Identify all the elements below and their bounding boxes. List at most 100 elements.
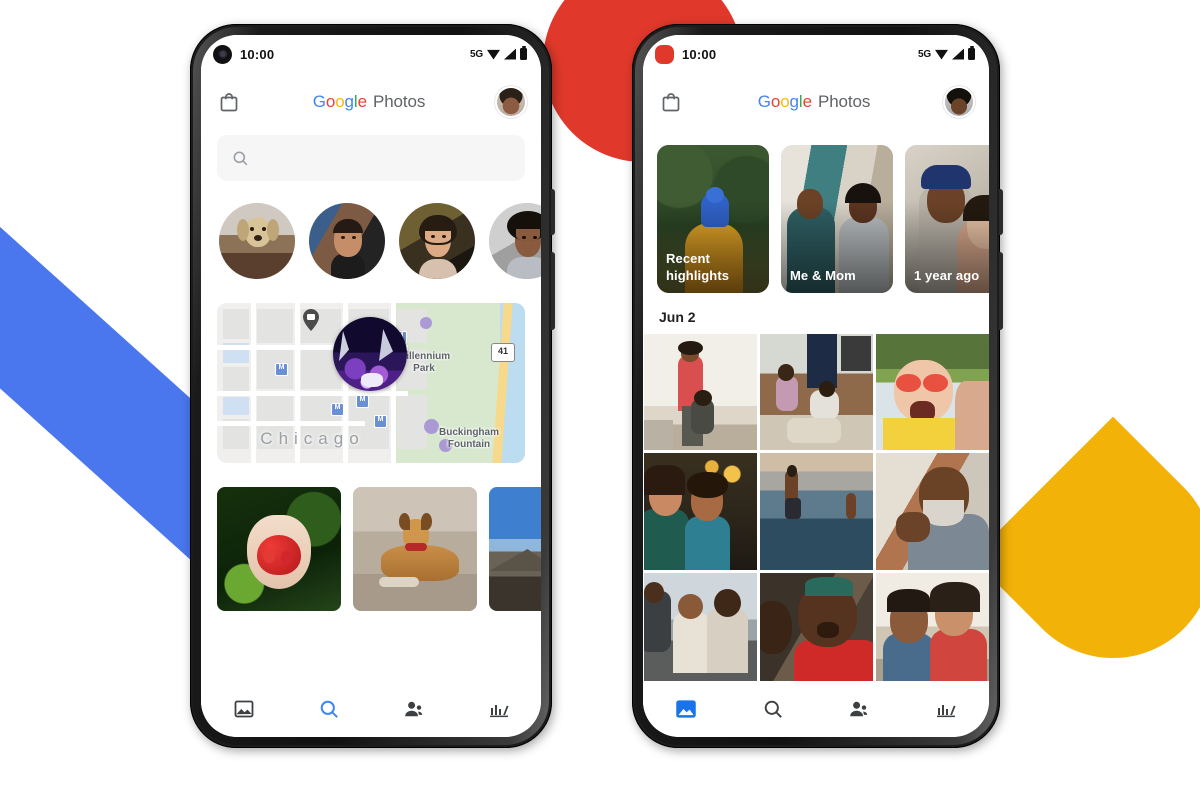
app-title: Google Photos	[251, 92, 487, 112]
logo-letter-g2: g	[344, 92, 354, 111]
status-clock: 10:00	[240, 46, 275, 62]
shopping-bag-icon[interactable]	[659, 90, 683, 114]
map-label-buckingham-fountain: Buckingham Fountain	[438, 427, 499, 450]
phone-left-screen: 10:00 5G Google Photos M M M M M M 41 Mi…	[201, 35, 541, 737]
tab-search[interactable]	[751, 692, 795, 726]
tab-library[interactable]	[477, 692, 521, 726]
camera-punch-hole-red	[655, 44, 674, 64]
status-bar: 10:00 5G	[201, 35, 541, 73]
status-clock: 10:00	[682, 46, 717, 62]
tab-photos[interactable]	[664, 692, 708, 726]
people-icon	[404, 701, 422, 717]
product-name: Photos	[817, 92, 871, 111]
tab-library[interactable]	[924, 692, 968, 726]
cluster-dot	[420, 317, 432, 329]
photo-mountain[interactable]	[489, 487, 541, 611]
power-button[interactable]	[999, 189, 1003, 235]
logo-letter-o2: o	[780, 92, 790, 111]
person-man-face[interactable]	[309, 203, 385, 279]
library-icon	[489, 705, 508, 718]
people-row[interactable]	[201, 181, 541, 279]
app-bar: Google Photos	[201, 73, 541, 131]
metro-station-icon	[331, 403, 344, 416]
tab-sharing[interactable]	[392, 692, 436, 726]
person-dog-face[interactable]	[219, 203, 295, 279]
shopping-bag-icon[interactable]	[217, 90, 241, 114]
photo-mother-child-livingroom[interactable]	[644, 334, 757, 451]
library-icon	[936, 705, 956, 718]
scene: 10:00 5G Google Photos M M M M M M 41 Mi…	[0, 0, 1200, 800]
map-card[interactable]: 41 Millennium Park Buckingham Fountain C…	[217, 303, 525, 463]
photo-father-daughter-kiss[interactable]	[876, 572, 989, 690]
power-button[interactable]	[551, 189, 555, 235]
metro-station-icon	[275, 363, 288, 376]
memory-label: Me & Mom	[790, 268, 856, 283]
battery-icon	[968, 46, 975, 60]
people-icon	[850, 701, 868, 717]
logo-letter-o1: o	[770, 92, 781, 111]
account-avatar[interactable]	[945, 88, 973, 116]
search-section	[201, 131, 541, 181]
status-icons: 5G	[918, 46, 975, 60]
location-photo-bubble[interactable]	[333, 317, 407, 391]
memory-label: 1 year ago	[914, 268, 980, 283]
photo-dog-beach[interactable]	[353, 487, 477, 611]
photo-boy-jumping-lake[interactable]	[760, 453, 873, 570]
tab-sharing[interactable]	[837, 692, 881, 726]
decor-yellow-half-circle	[971, 416, 1200, 700]
highway-shield: 41	[491, 343, 515, 362]
phone-right-screen: 10:00 5G Google Photos Recent highlights…	[643, 35, 989, 737]
network-label: 5G	[918, 48, 931, 60]
status-bar: 10:00 5G	[643, 35, 989, 73]
signal-icon	[952, 48, 964, 60]
photo-strip[interactable]	[201, 463, 541, 611]
photo-grid[interactable]	[643, 334, 989, 690]
product-name: Photos	[372, 92, 426, 111]
logo-letter-g1: G	[312, 92, 326, 111]
signal-icon	[504, 48, 516, 60]
search-input[interactable]	[260, 149, 511, 167]
memories-row[interactable]: Recent highlights Me & Mom 1 year ago	[643, 131, 989, 293]
photo-child-red-shirt[interactable]	[760, 572, 873, 690]
search-icon	[320, 700, 338, 718]
network-label: 5G	[470, 48, 483, 60]
account-avatar[interactable]	[497, 88, 525, 116]
phone-left: 10:00 5G Google Photos M M M M M M 41 Mi…	[190, 24, 555, 748]
battery-icon	[520, 46, 527, 60]
person-woman-face[interactable]	[399, 203, 475, 279]
bottom-nav[interactable]	[643, 681, 989, 737]
tab-search[interactable]	[307, 692, 351, 726]
logo-letter-g1: G	[757, 92, 771, 111]
memory-me-and-mom[interactable]: Me & Mom	[781, 145, 893, 293]
photo-strawberries[interactable]	[217, 487, 341, 611]
logo-letter-g2: g	[789, 92, 799, 111]
volume-button[interactable]	[551, 252, 555, 330]
photo-couple-dinner-lights[interactable]	[644, 453, 757, 570]
tab-photos[interactable]	[222, 692, 266, 726]
logo-letter-e: e	[357, 92, 367, 111]
wifi-icon	[935, 49, 948, 60]
memory-1-year-ago[interactable]: 1 year ago	[905, 145, 989, 293]
search-icon	[764, 700, 782, 718]
photo-family-sofa[interactable]	[644, 572, 757, 690]
wifi-icon	[487, 49, 500, 60]
metro-station-icon	[356, 395, 369, 408]
search-bar[interactable]	[217, 135, 525, 181]
metro-station-icon	[374, 415, 387, 428]
photos-icon	[234, 700, 253, 718]
phone-right: 10:00 5G Google Photos Recent highlights…	[632, 24, 1003, 748]
memory-label: Recent highlights	[666, 251, 730, 283]
volume-button[interactable]	[999, 252, 1003, 330]
photo-girl-sunglasses-pool[interactable]	[876, 334, 989, 451]
memory-recent-highlights[interactable]: Recent highlights	[657, 145, 769, 293]
date-header: Jun 2	[659, 309, 696, 325]
app-title: Google Photos	[693, 92, 935, 112]
logo-letter-e: e	[802, 92, 812, 111]
bottom-nav[interactable]	[201, 681, 541, 737]
photo-man-laughing[interactable]	[876, 453, 989, 570]
camera-punch-hole	[213, 44, 232, 64]
person-woman-2-face[interactable]	[489, 203, 541, 279]
map-label-city: Chicago	[260, 429, 365, 448]
photo-kids-kitchen-floor[interactable]	[760, 334, 873, 451]
status-icons: 5G	[470, 46, 527, 60]
